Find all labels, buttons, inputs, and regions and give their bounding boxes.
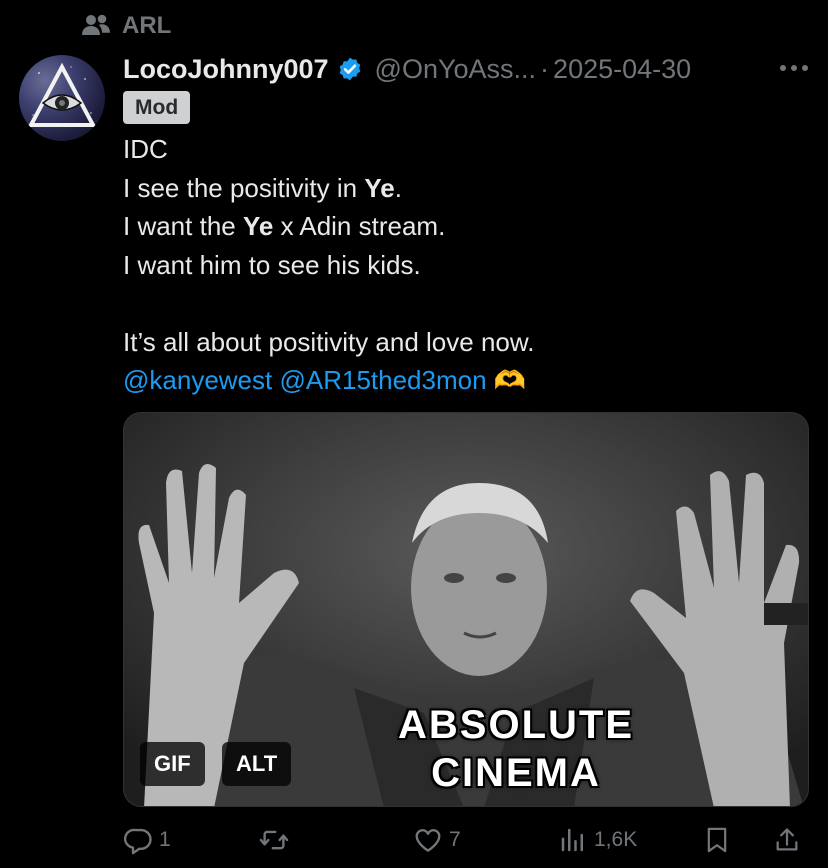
gif-badge[interactable]: GIF — [140, 742, 205, 786]
avatar[interactable] — [19, 55, 105, 141]
mention-link[interactable]: @kanyewest — [123, 365, 272, 395]
post-text: IDC I see the positivity in Ye. I want t… — [123, 130, 808, 400]
post-line: I want the Ye x Adin stream. — [123, 211, 446, 241]
view-count: 1,6K — [594, 828, 638, 851]
gif-caption-line2: CINEMA — [431, 751, 601, 795]
gif-caption-line1: ABSOLUTE — [398, 703, 634, 747]
post-actions: 1 7 1,6K — [123, 818, 810, 862]
post-line: It’s all about positivity and love now. — [123, 326, 535, 357]
more-options-icon[interactable] — [774, 52, 814, 84]
reply-icon — [123, 825, 153, 855]
share-icon — [773, 824, 801, 856]
like-count: 7 — [449, 828, 461, 851]
mod-badge: Mod — [123, 91, 191, 124]
people-icon — [80, 11, 112, 41]
post-line: IDC — [123, 134, 168, 164]
author-handle[interactable]: @OnYoAss... — [375, 54, 537, 85]
alt-text-button[interactable]: ALT — [222, 742, 292, 786]
post-header: LocoJohnny007 @OnYoAss... · 2025-04-30 — [123, 50, 814, 88]
mention-link[interactable]: @AR15thed3mon — [279, 365, 486, 395]
post-line: I want him to see his kids. — [123, 249, 421, 280]
repost-icon — [258, 825, 290, 855]
heart-icon — [413, 825, 443, 855]
community-context[interactable]: ARL — [80, 10, 171, 42]
community-name: ARL — [122, 12, 172, 39]
repost-button[interactable] — [258, 825, 296, 855]
views-button[interactable]: 1,6K — [558, 825, 637, 855]
reply-count: 1 — [159, 828, 171, 851]
like-button[interactable]: 7 — [413, 825, 461, 855]
bookmark-icon — [703, 824, 731, 856]
gif-media[interactable]: ABSOLUTE CINEMA GIF ALT — [123, 412, 809, 807]
author-display-name[interactable]: LocoJohnny007 — [123, 54, 329, 85]
mentions-line: @kanyewest @AR15thed3mon 🫶 — [123, 361, 808, 400]
post-date[interactable]: 2025-04-30 — [553, 54, 691, 85]
post-line: I see the positivity in Ye. — [123, 172, 402, 203]
analytics-icon — [558, 825, 588, 855]
separator: · — [540, 53, 550, 84]
share-button[interactable] — [773, 824, 801, 856]
verified-badge-icon[interactable] — [337, 56, 363, 82]
heart-hands-emoji: 🫶 — [493, 365, 527, 395]
reply-button[interactable]: 1 — [123, 825, 171, 855]
bookmark-button[interactable] — [703, 824, 731, 856]
